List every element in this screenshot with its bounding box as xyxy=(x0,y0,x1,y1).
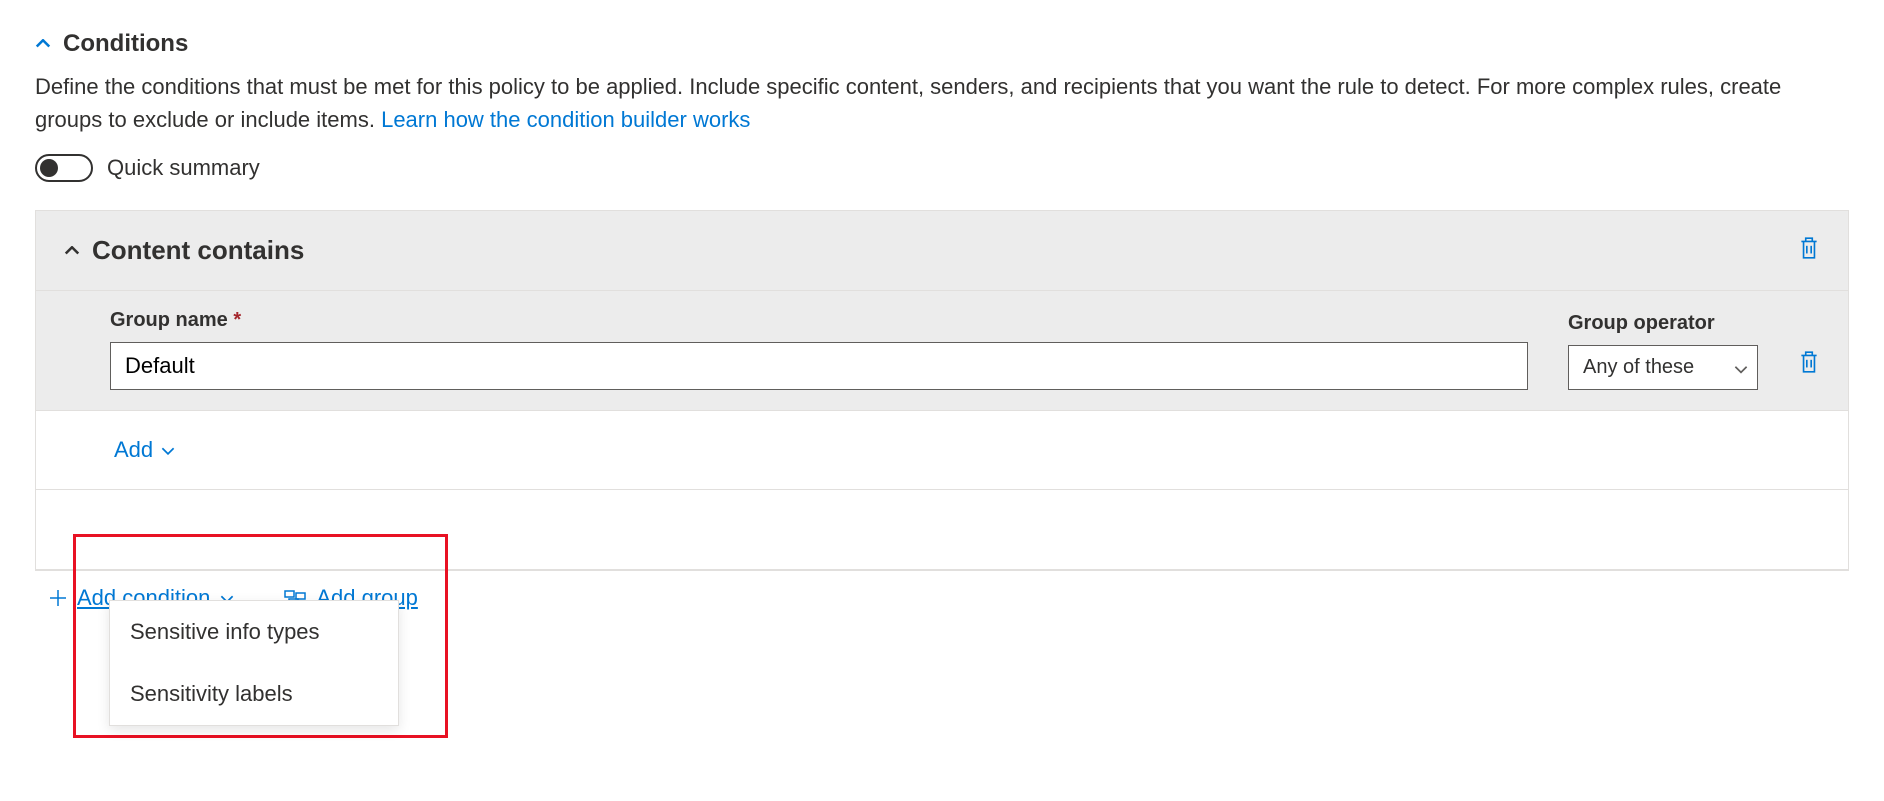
toggle-knob xyxy=(40,159,58,177)
chevron-down-icon xyxy=(161,446,175,455)
delete-panel-button[interactable] xyxy=(1798,236,1820,266)
group-operator-label: Group operator xyxy=(1568,312,1758,335)
section-title: Conditions xyxy=(63,30,188,58)
section-description: Define the conditions that must be met f… xyxy=(35,70,1849,136)
group-name-label-text: Group name xyxy=(110,309,228,331)
dropdown-item-sensitive-info-types[interactable]: Sensitive info types xyxy=(110,601,398,663)
panel-title: Content contains xyxy=(92,235,304,266)
quick-summary-label: Quick summary xyxy=(107,155,260,181)
description-text: Define the conditions that must be met f… xyxy=(35,74,1781,132)
learn-link[interactable]: Learn how the condition builder works xyxy=(381,107,750,132)
add-button[interactable]: Add xyxy=(114,437,175,463)
dropdown-item-sensitivity-labels[interactable]: Sensitivity labels xyxy=(110,663,398,725)
chevron-up-icon[interactable] xyxy=(35,36,51,52)
add-dropdown-menu: Sensitive info types Sensitivity labels xyxy=(109,600,399,726)
content-contains-panel: Content contains Group name * Group oper… xyxy=(35,210,1849,571)
group-name-input[interactable] xyxy=(110,342,1528,390)
add-button-label: Add xyxy=(114,437,153,463)
required-asterisk: * xyxy=(233,309,241,331)
chevron-up-icon[interactable] xyxy=(64,243,80,259)
plus-icon xyxy=(49,589,67,607)
trash-icon xyxy=(1798,236,1820,260)
empty-row xyxy=(36,490,1848,570)
group-operator-select[interactable]: Any of these xyxy=(1568,345,1758,390)
trash-icon xyxy=(1798,350,1820,374)
group-name-label: Group name * xyxy=(110,309,1528,332)
quick-summary-toggle[interactable] xyxy=(35,154,93,182)
delete-group-button[interactable] xyxy=(1798,357,1820,379)
